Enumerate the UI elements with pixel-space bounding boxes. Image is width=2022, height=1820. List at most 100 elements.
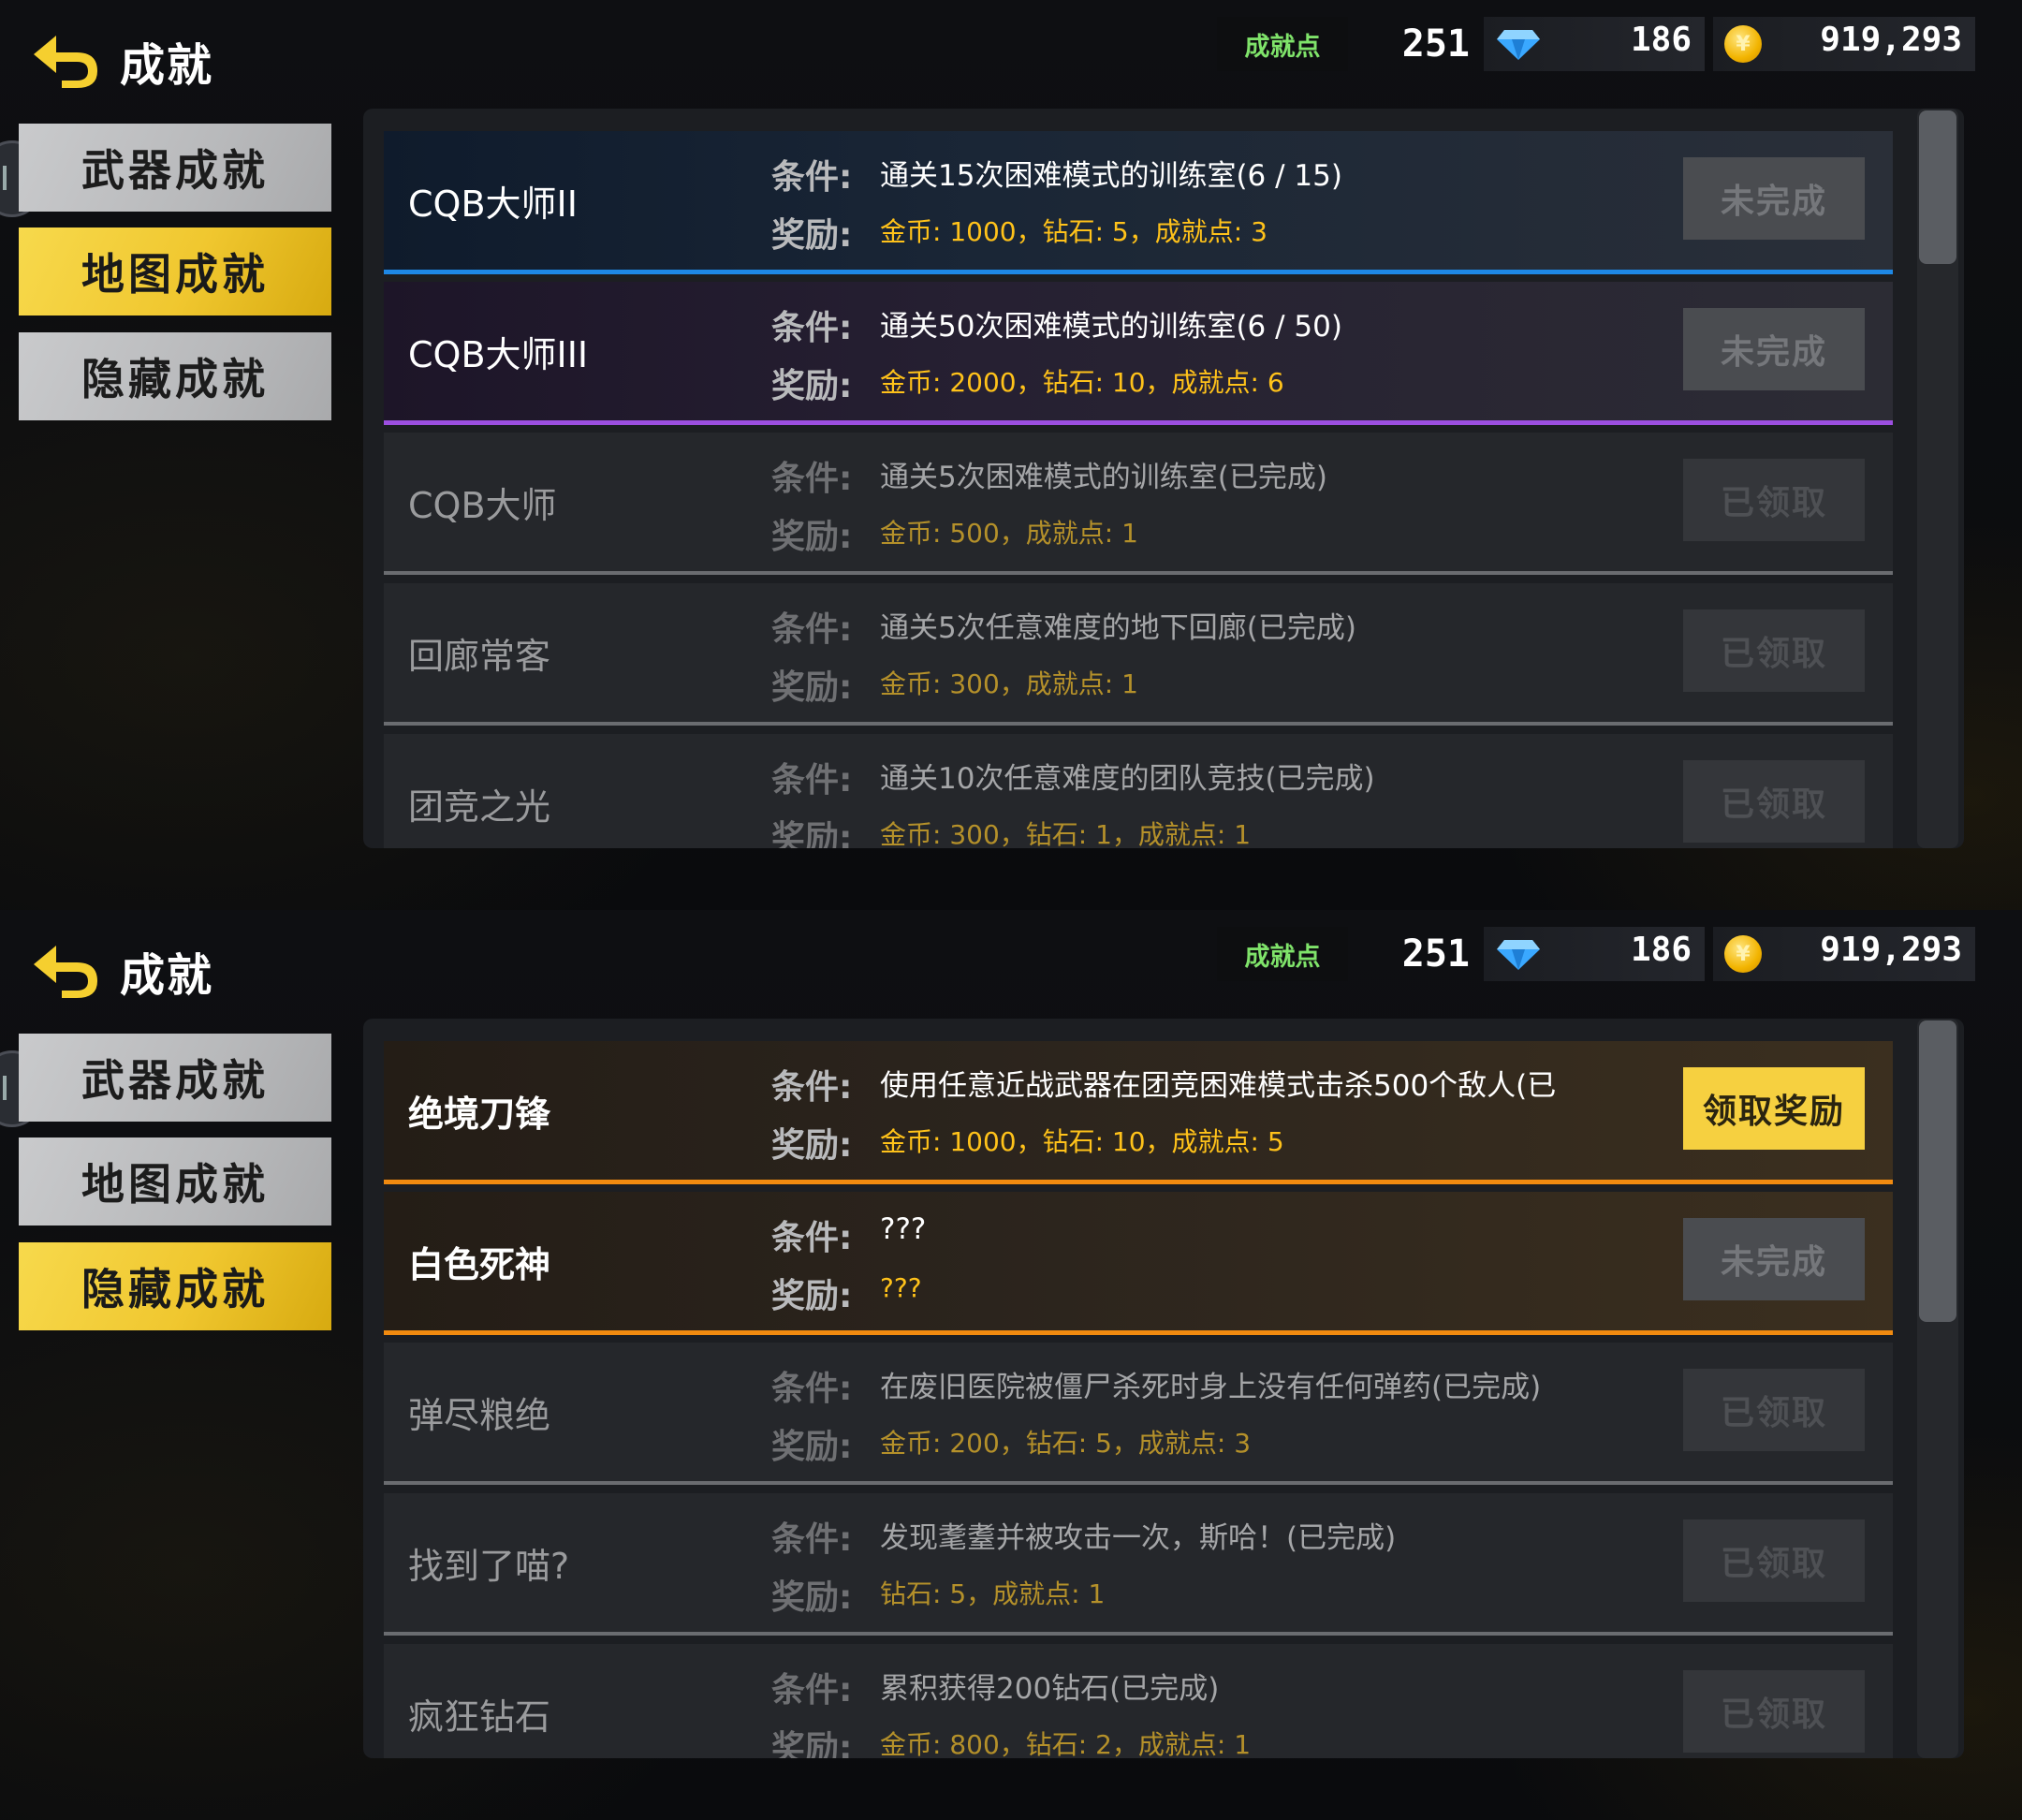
reward-label: 奖励: [771,1277,853,1315]
achievement-name: CQB大师II [408,183,578,225]
achievement-name: 白色死神 [408,1243,551,1285]
achievement-points-value: 251 [1401,22,1470,66]
reward-label: 奖励: [771,216,853,255]
achievement-points-value: 251 [1401,932,1470,976]
condition-text: 通关50次困难模式的训练室(6 / 50) [880,310,1342,344]
condition-text: 使用任意近战武器在团竞困难模式击杀500个敌人(已 [880,1069,1557,1103]
achievement-name: 找到了喵? [408,1545,570,1587]
diamond-value: 186 [1630,931,1692,969]
status-button[interactable]: 已领取 [1683,1519,1865,1602]
tab-map-achievements[interactable]: 地图成就 [19,1138,331,1226]
achievement-row: 绝境刀锋 条件: 使用任意近战武器在团竞困难模式击杀500个敌人(已 奖励: 金… [384,1041,1893,1184]
diamond-counter: 186 [1484,17,1705,71]
achievement-row: CQB大师III 条件: 通关50次困难模式的训练室(6 / 50) 奖励: 金… [384,282,1893,425]
achievement-row: 弹尽粮绝 条件: 在废旧医院被僵尸杀死时身上没有任何弹药(已完成) 奖励: 金币… [384,1343,1893,1485]
reward-text: 金币: 2000，钻石: 10，成就点: 6 [880,367,1284,398]
scroll-thumb[interactable] [1919,1020,1956,1322]
reward-text: 金币: 1000，钻石: 5，成就点: 3 [880,216,1267,247]
page-title: 成就 [120,949,214,1002]
reward-text: 金币: 200，钻石: 5，成就点: 3 [880,1428,1252,1459]
achievement-points-label: 成就点 [1217,927,1348,981]
condition-label: 条件: [771,1370,853,1408]
tab-weapon-achievements[interactable]: 武器成就 [19,124,331,212]
page-title: 成就 [120,39,214,92]
achievement-row: 回廊常客 条件: 通关5次任意难度的地下回廊(已完成) 奖励: 金币: 300，… [384,583,1893,726]
achievements-screen-map: 成就 成就点 251 186 ¥ 919,293 武器成就 地图成就 隐藏成就 … [0,0,2022,910]
reward-text: 钻石: 5，成就点: 1 [880,1578,1106,1609]
scrollbar[interactable] [1917,1019,1958,1758]
condition-label: 条件: [771,610,853,649]
condition-text: 累积获得200钻石(已完成) [880,1672,1220,1706]
scroll-thumb[interactable] [1919,110,1956,264]
condition-text: 通关5次困难模式的训练室(已完成) [880,461,1327,494]
reward-label: 奖励: [771,1126,853,1165]
achievement-name: 弹尽粮绝 [408,1394,551,1436]
status-button[interactable]: 已领取 [1683,1670,1865,1753]
achievement-name: CQB大师 [408,484,557,526]
reward-text: ??? [880,1272,922,1303]
status-button[interactable]: 未完成 [1683,308,1865,390]
condition-label: 条件: [771,1068,853,1107]
condition-text: 通关10次任意难度的团队竞技(已完成) [880,762,1375,796]
reward-label: 奖励: [771,819,853,848]
condition-label: 条件: [771,1671,853,1710]
condition-text: 通关15次困难模式的训练室(6 / 15) [880,159,1342,193]
reward-label: 奖励: [771,1729,853,1758]
reward-text: 金币: 1000，钻石: 10，成就点: 5 [880,1126,1284,1157]
condition-label: 条件: [771,309,853,347]
reward-text: 金币: 300，成就点: 1 [880,668,1138,699]
gold-coin-icon: ¥ [1724,25,1762,63]
achievement-name: 疯狂钻石 [408,1695,551,1738]
achievement-name: 回廊常客 [408,635,551,677]
condition-label: 条件: [771,1219,853,1257]
achievement-list[interactable]: CQB大师II 条件: 通关15次困难模式的训练室(6 / 15) 奖励: 金币… [363,109,1964,848]
condition-text: 通关5次任意难度的地下回廊(已完成) [880,611,1356,645]
achievement-name: 绝境刀锋 [408,1093,551,1135]
condition-label: 条件: [771,158,853,197]
reward-label: 奖励: [771,518,853,556]
achievement-row: 白色死神 条件: ??? 奖励: ??? 未完成 [384,1192,1893,1335]
claim-reward-button[interactable]: 领取奖励 [1683,1067,1865,1150]
reward-text: 金币: 800，钻石: 2，成就点: 1 [880,1729,1252,1758]
gold-value: 919,293 [1820,931,1962,969]
scrollbar[interactable] [1917,109,1958,848]
tab-hidden-achievements[interactable]: 隐藏成就 [19,332,331,420]
gold-coin-icon: ¥ [1724,935,1762,973]
gold-counter: ¥ 919,293 [1713,17,1975,71]
achievement-row: 疯狂钻石 条件: 累积获得200钻石(已完成) 奖励: 金币: 800，钻石: … [384,1644,1893,1758]
condition-label: 条件: [771,1520,853,1559]
diamond-icon [1497,940,1540,970]
condition-label: 条件: [771,761,853,800]
achievement-row: CQB大师II 条件: 通关15次困难模式的训练室(6 / 15) 奖励: 金币… [384,131,1893,274]
status-button[interactable]: 已领取 [1683,609,1865,692]
diamond-counter: 186 [1484,927,1705,981]
status-button[interactable]: 已领取 [1683,459,1865,541]
achievement-list[interactable]: 绝境刀锋 条件: 使用任意近战武器在团竞困难模式击杀500个敌人(已 奖励: 金… [363,1019,1964,1758]
achievement-row: 找到了喵? 条件: 发现耄耋并被攻击一次，斯哈！(已完成) 奖励: 钻石: 5，… [384,1493,1893,1636]
achievement-name: CQB大师III [408,333,589,375]
achievement-name: 团竞之光 [408,785,551,828]
achievements-screen-hidden: 成就 成就点 251 186 ¥ 919,293 武器成就 地图成就 隐藏成就 … [0,910,2022,1820]
status-button[interactable]: 已领取 [1683,760,1865,843]
reward-label: 奖励: [771,367,853,405]
status-button[interactable]: 未完成 [1683,157,1865,240]
reward-label: 奖励: [771,1578,853,1617]
status-button[interactable]: 未完成 [1683,1218,1865,1300]
reward-text: 金币: 300，钻石: 1，成就点: 1 [880,819,1252,848]
tab-hidden-achievements[interactable]: 隐藏成就 [19,1242,331,1330]
tab-map-achievements[interactable]: 地图成就 [19,228,331,316]
condition-label: 条件: [771,460,853,498]
condition-text: 发现耄耋并被攻击一次，斯哈！(已完成) [880,1521,1397,1555]
tab-weapon-achievements[interactable]: 武器成就 [19,1034,331,1122]
achievement-row: 团竞之光 条件: 通关10次任意难度的团队竞技(已完成) 奖励: 金币: 300… [384,734,1893,848]
back-arrow-icon[interactable] [28,26,103,92]
back-arrow-icon[interactable] [28,936,103,1002]
achievement-row: CQB大师 条件: 通关5次困难模式的训练室(已完成) 奖励: 金币: 500，… [384,433,1893,575]
reward-label: 奖励: [771,668,853,707]
reward-text: 金币: 500，成就点: 1 [880,518,1138,549]
diamond-value: 186 [1630,21,1692,59]
gold-counter: ¥ 919,293 [1713,927,1975,981]
diamond-icon [1497,30,1540,60]
status-button[interactable]: 已领取 [1683,1369,1865,1451]
condition-text: 在废旧医院被僵尸杀死时身上没有任何弹药(已完成) [880,1371,1542,1404]
